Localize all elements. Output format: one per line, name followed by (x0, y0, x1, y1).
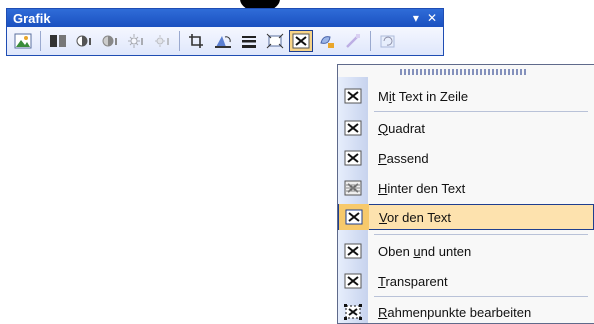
compress-button[interactable] (263, 30, 287, 52)
line-style-button[interactable] (237, 30, 261, 52)
menu-item-inline-with-text[interactable]: Mit Text in Zeile (338, 83, 594, 109)
screen: Grafik ▾ ✕ Mit Text in Zeile Quadrat Pas… (0, 0, 594, 324)
menu-item-label: Passend (378, 150, 429, 166)
format-picture-button[interactable] (315, 30, 339, 52)
more-contrast-button[interactable] (72, 30, 96, 52)
text-wrapping-button[interactable] (289, 30, 313, 52)
menu-item-label: Transparent (378, 273, 448, 289)
format-picture-icon (320, 36, 334, 48)
toolbar-close-button[interactable]: ✕ (427, 12, 437, 24)
wrap-in-front-icon (339, 204, 369, 230)
more-brightness-icon (128, 34, 143, 48)
wrap-top-bottom-icon (338, 238, 368, 264)
text-wrapping-icon (292, 33, 310, 49)
toolbar-separator (370, 31, 371, 51)
crop-icon (189, 34, 203, 48)
reset-picture-icon (380, 35, 395, 48)
insert-picture-button[interactable] (11, 30, 35, 52)
menu-item-through[interactable]: Transparent (338, 268, 594, 294)
menu-item-label: Quadrat (378, 120, 425, 136)
edit-wrap-points-icon (338, 299, 368, 324)
more-brightness-button[interactable] (124, 30, 148, 52)
rotate-left-button[interactable] (211, 30, 235, 52)
menu-item-label: Oben und unten (378, 243, 472, 259)
menu-item-in-front-of-text[interactable]: Vor den Text (338, 204, 594, 230)
crop-button[interactable] (185, 30, 209, 52)
menu-separator (374, 296, 588, 297)
less-brightness-button[interactable] (150, 30, 174, 52)
reset-picture-button[interactable] (376, 30, 400, 52)
toolbar-buttons (7, 27, 443, 55)
wrap-behind-text-icon (338, 175, 368, 201)
less-contrast-button[interactable] (98, 30, 122, 52)
menu-drag-handle[interactable] (400, 69, 528, 75)
menu-item-label: Hinter den Text (378, 180, 466, 196)
toolbar-separator (40, 31, 41, 51)
wrap-square-icon (338, 115, 368, 141)
menu-separator (374, 234, 588, 235)
color-icon (50, 35, 66, 47)
toolbar-options-button[interactable]: ▾ (413, 12, 419, 24)
toolbar-title: Grafik (13, 10, 51, 26)
insert-picture-icon (14, 33, 32, 49)
toolbar-separator (179, 31, 180, 51)
wrap-tight-icon (338, 145, 368, 171)
wrap-through-icon (338, 268, 368, 294)
text-wrapping-menu: Mit Text in Zeile Quadrat Passend Hinter… (337, 64, 594, 324)
more-contrast-icon (76, 35, 91, 47)
menu-item-edit-wrap-points[interactable]: Rahmenpunkte bearbeiten (338, 299, 594, 324)
compress-icon (266, 33, 284, 49)
menu-item-label: Vor den Text (379, 209, 452, 225)
menu-item-tight[interactable]: Passend (338, 145, 594, 171)
menu-item-behind-text[interactable]: Hinter den Text (338, 175, 594, 201)
menu-separator (374, 111, 588, 112)
less-brightness-icon (155, 35, 169, 47)
wrap-inline-icon (338, 83, 368, 109)
rotate-left-icon (215, 36, 231, 48)
set-transparent-color-button[interactable] (341, 30, 365, 52)
less-contrast-icon (102, 35, 117, 47)
color-button[interactable] (46, 30, 70, 52)
menu-item-label: Mit Text in Zeile (378, 88, 469, 104)
menu-item-square[interactable]: Quadrat (338, 115, 594, 141)
menu-item-label: Rahmenpunkte bearbeiten (378, 304, 532, 320)
set-transparent-color-icon (346, 34, 360, 48)
picture-toolbar: Grafik ▾ ✕ (6, 8, 444, 56)
menu-item-top-and-bottom[interactable]: Oben und unten (338, 238, 594, 264)
line-style-icon (242, 36, 256, 48)
toolbar-title-bar[interactable]: Grafik ▾ ✕ (7, 9, 443, 27)
